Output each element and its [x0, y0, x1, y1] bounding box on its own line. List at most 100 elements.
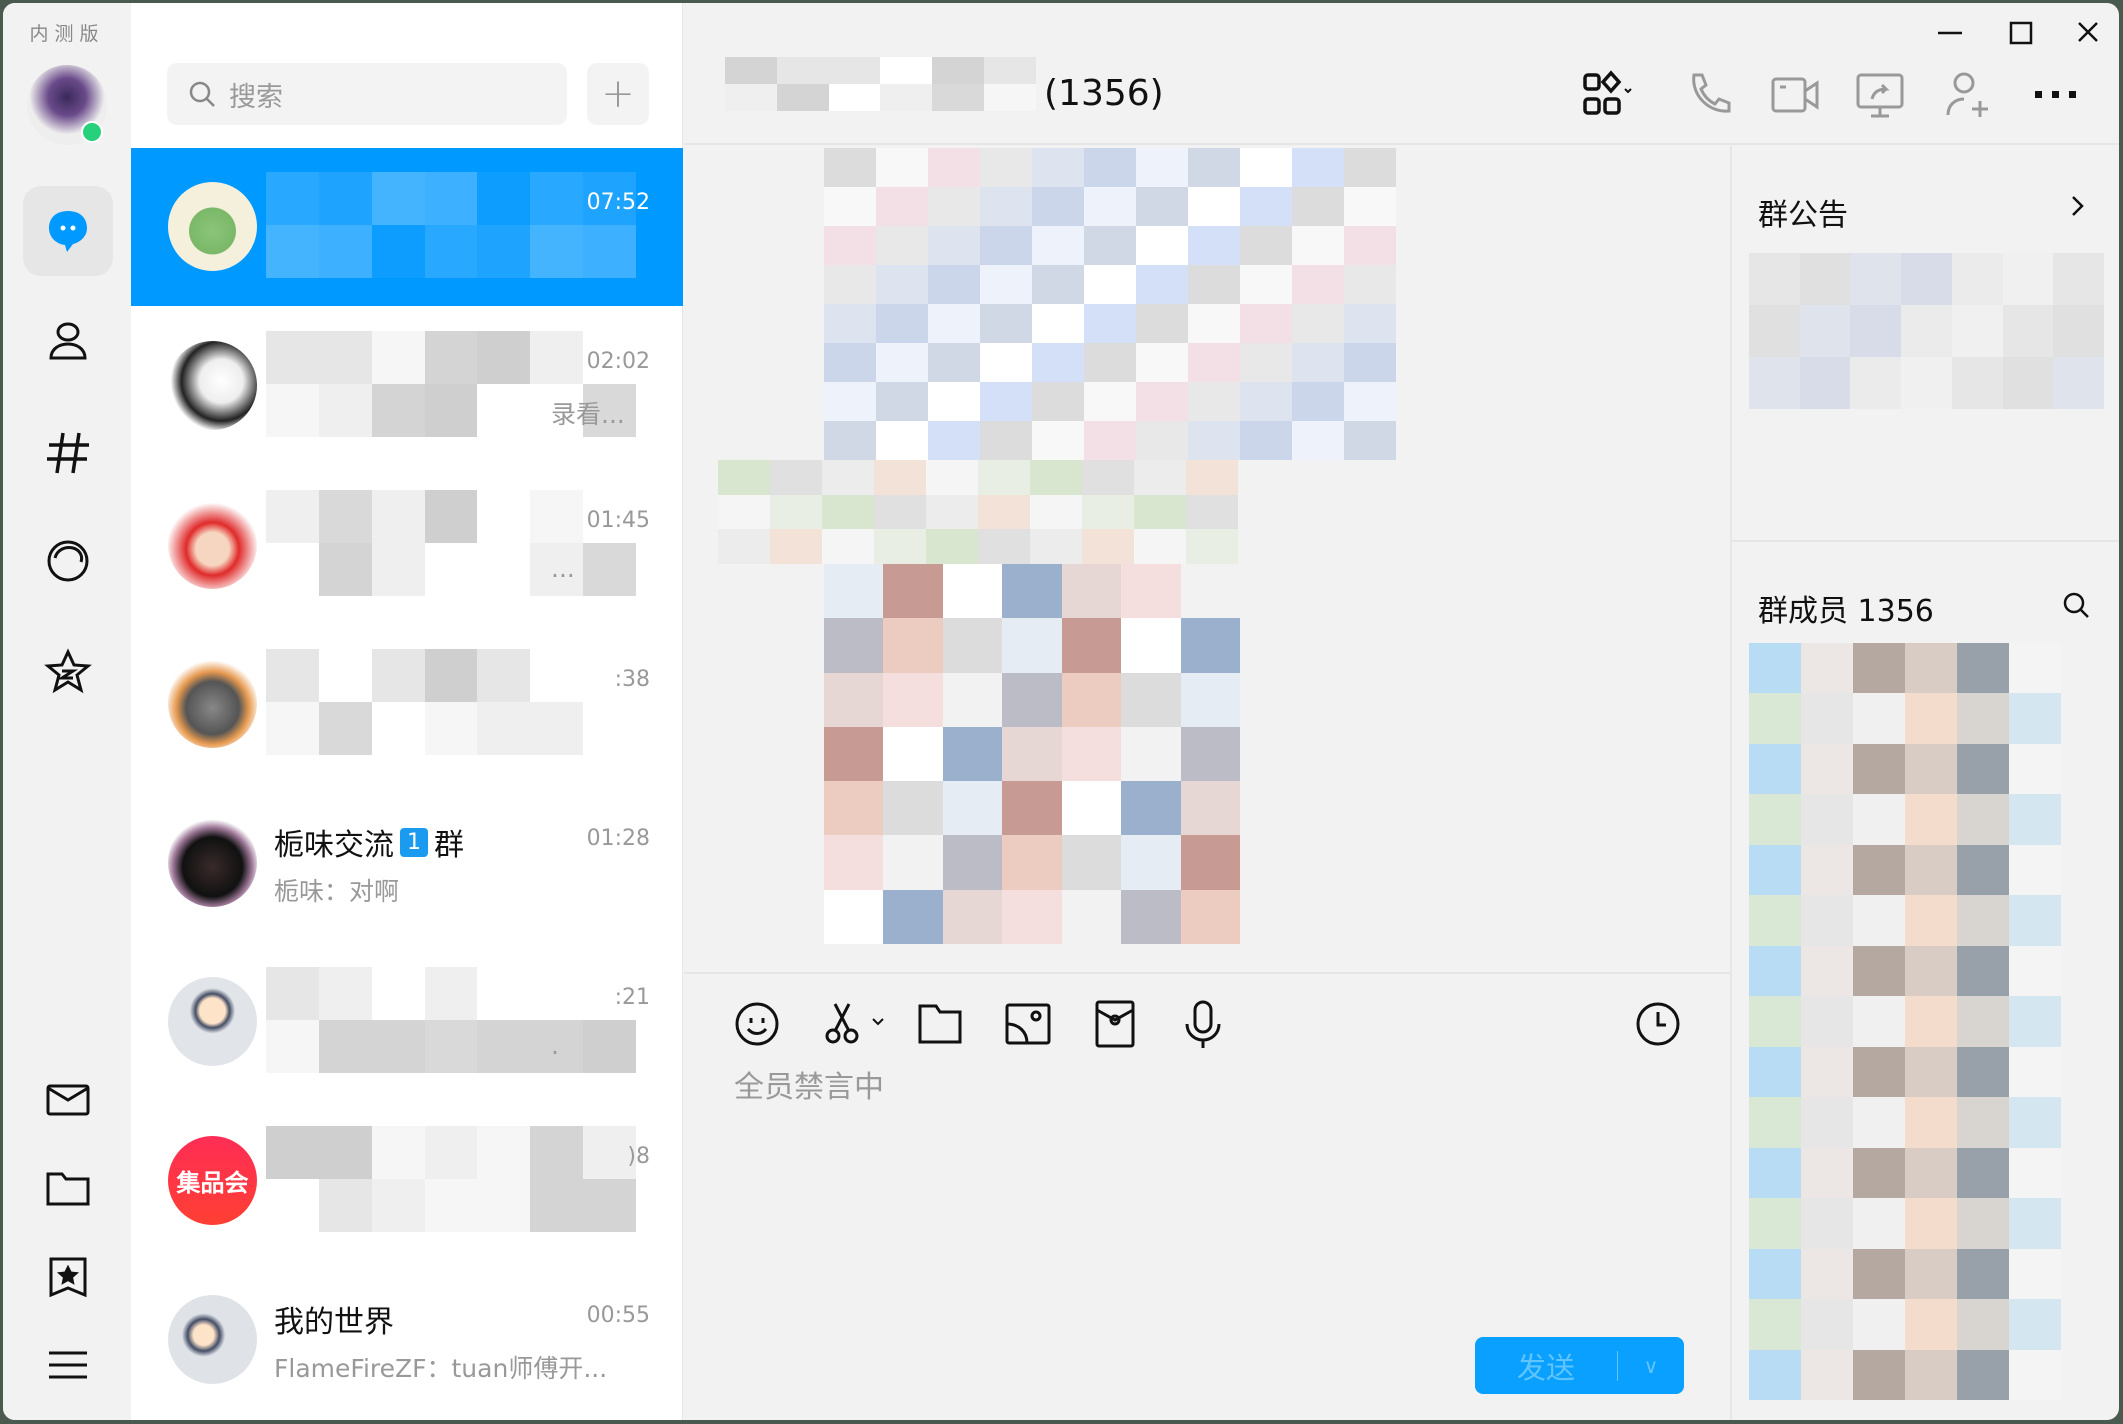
- menu-icon: [49, 1351, 87, 1379]
- member-search-icon[interactable]: [2061, 590, 2091, 620]
- search-placeholder: 搜索: [229, 81, 283, 113]
- emoji-icon[interactable]: [731, 998, 783, 1050]
- group-info-panel: 群公告 群成员 1356: [1730, 146, 2119, 1420]
- file-icon[interactable]: [914, 998, 966, 1050]
- blurred-message-image: [824, 148, 1396, 460]
- chat-time: 02:02: [586, 349, 650, 374]
- level-badge: 1: [400, 827, 428, 857]
- search-icon: [189, 81, 215, 107]
- screen-share-icon[interactable]: [1854, 69, 1906, 121]
- chat-time: 01:28: [586, 826, 650, 851]
- maximize-icon[interactable]: [2000, 15, 2040, 51]
- add-button[interactable]: +: [587, 63, 649, 125]
- qzone-star-icon: [44, 648, 92, 694]
- nav-chats[interactable]: [23, 186, 113, 276]
- chat-item[interactable]: ... 01:45: [131, 466, 683, 624]
- chat-preview: .: [551, 1031, 559, 1060]
- muted-notice: 全员禁言中: [734, 1070, 884, 1105]
- search-input[interactable]: 搜索: [167, 63, 567, 125]
- chat-item-selected[interactable]: 07:52: [131, 148, 683, 306]
- nav-favorites[interactable]: [23, 1232, 113, 1322]
- send-label: 发送: [1516, 1350, 1575, 1385]
- chat-item[interactable]: 栀味交流 1 群栀味：对啊 01:28: [131, 784, 683, 942]
- chat-avatar: [168, 977, 257, 1066]
- qq-window: 内测版 搜索 + 07:52 录看... 02:02... 01:45 :38 栀味交流 1…: [3, 3, 2119, 1420]
- chat-item[interactable]: :38: [131, 625, 683, 783]
- chat-list-panel: 搜索 + 07:52 录看... 02:02... 01:45 :38 栀味交流 1 群栀味：…: [131, 3, 683, 1420]
- microphone-icon[interactable]: [1177, 998, 1229, 1050]
- chat-preview: 栀味：对啊: [274, 877, 400, 906]
- more-icon[interactable]: [2030, 69, 2082, 121]
- nav-channels[interactable]: [23, 407, 113, 497]
- blurred-chat-name: [266, 172, 636, 278]
- voice-call-icon[interactable]: [1684, 69, 1736, 121]
- group-notice-title[interactable]: 群公告: [1758, 190, 1848, 234]
- moments-icon: [47, 540, 89, 582]
- chat-item[interactable]: 录看... 02:02: [131, 307, 683, 465]
- chat-avatar: [168, 182, 257, 271]
- mail-icon: [46, 1084, 90, 1116]
- chat-time: 00:55: [586, 1303, 650, 1328]
- send-button[interactable]: 发送 ∨: [1475, 1337, 1684, 1394]
- online-status-dot: [81, 121, 103, 143]
- chat-name: 我的世界: [274, 1305, 394, 1340]
- chat-item[interactable]: . :21: [131, 943, 683, 1101]
- chat-time: :38: [614, 667, 650, 692]
- beta-label: 内测版: [29, 23, 105, 45]
- channel-hash-icon: [47, 432, 89, 474]
- send-options-chevron-icon[interactable]: ∨: [1618, 1354, 1684, 1378]
- avatar-logo-text: 集品会: [176, 1169, 249, 1197]
- nav-menu[interactable]: [23, 1320, 113, 1410]
- message-area: [684, 146, 1730, 972]
- chat-avatar: 集品会: [168, 1136, 257, 1225]
- chat-time: )8: [627, 1144, 650, 1169]
- blurred-chat-name: [266, 649, 636, 755]
- history-clock-icon[interactable]: [1632, 998, 1684, 1050]
- chat-avatar: [168, 1295, 257, 1384]
- blurred-message-image: [824, 564, 1240, 944]
- chat-preview: 录看...: [551, 400, 625, 429]
- chevron-right-icon[interactable]: [2063, 192, 2091, 220]
- blurred-chat-name: [266, 490, 636, 596]
- chat-header: (1356): [684, 3, 2119, 145]
- blurred-chat-name: [266, 1126, 636, 1232]
- nav-contacts[interactable]: [23, 296, 113, 386]
- red-packet-icon[interactable]: [1089, 998, 1141, 1050]
- nav-rail: 内测版: [3, 3, 131, 1420]
- blurred-member-list: [1749, 643, 2061, 1400]
- screenshot-scissors-icon[interactable]: [819, 998, 871, 1050]
- blurred-notice: [1749, 253, 2104, 409]
- nav-qzone[interactable]: [23, 627, 113, 717]
- minimize-icon[interactable]: [1930, 15, 1970, 51]
- chat-avatar: [168, 500, 257, 589]
- member-count: (1356): [1044, 73, 1164, 114]
- chat-time: :21: [614, 985, 650, 1010]
- chat-bubble-icon: [49, 211, 87, 252]
- image-icon[interactable]: [1002, 998, 1054, 1050]
- nav-moments[interactable]: [23, 516, 113, 606]
- chat-preview: ...: [551, 554, 575, 583]
- apps-icon[interactable]: [1581, 69, 1633, 121]
- chat-item[interactable]: 我的世界 FlameFireZF：tuan师傅开... 00:55: [131, 1261, 683, 1419]
- input-area: 全员禁言中 发送 ∨: [684, 972, 1730, 1420]
- chat-time: 01:45: [586, 508, 650, 533]
- contacts-icon: [49, 322, 87, 360]
- favorites-icon: [49, 1257, 87, 1298]
- chat-name: 栀味交流 1 群: [274, 827, 464, 863]
- chat-avatar: [168, 659, 257, 748]
- chat-item[interactable]: 集品会 )8: [131, 1102, 683, 1260]
- nav-mail[interactable]: [23, 1055, 113, 1145]
- folder-icon: [46, 1172, 90, 1206]
- chat-avatar: [168, 818, 257, 907]
- nav-files[interactable]: [23, 1144, 113, 1234]
- video-call-icon[interactable]: [1769, 69, 1821, 121]
- chat-time: 07:52: [586, 190, 650, 215]
- chat-main: (1356) 群公告 群成员 1356 全员禁言中 发送 ∨: [684, 3, 2119, 1420]
- group-name-blurred: [725, 57, 1036, 111]
- chat-avatar: [168, 341, 257, 430]
- blurred-message-image: [718, 460, 1238, 564]
- close-icon[interactable]: [2068, 15, 2108, 51]
- group-members-title: 群成员 1356: [1758, 594, 1934, 629]
- add-member-icon[interactable]: [1942, 69, 1994, 121]
- chevron-down-icon[interactable]: [871, 1016, 885, 1028]
